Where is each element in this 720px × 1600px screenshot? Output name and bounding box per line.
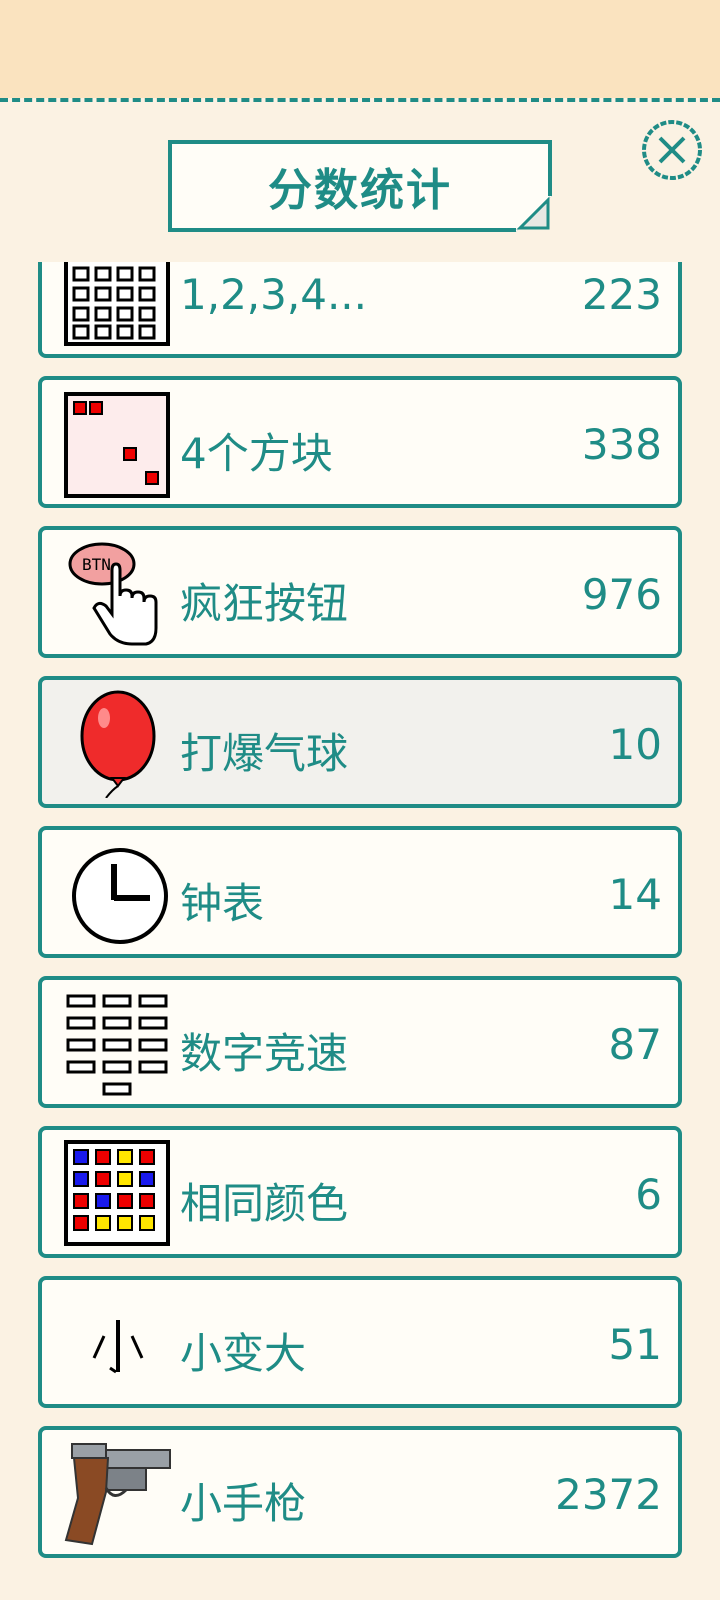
game-name: 1,2,3,4... [180, 270, 367, 319]
game-row-pop-balloon[interactable]: 打爆气球 10 [38, 676, 682, 808]
game-row-pistol[interactable]: 小手枪 2372 [38, 1426, 682, 1558]
game-row-number-order[interactable]: 1,2,3,4... 223 [38, 262, 682, 358]
page-title: 分数统计 [268, 165, 452, 216]
title-plate: 分数统计 [168, 140, 552, 232]
crazy-button-icon: BTN [68, 542, 158, 646]
top-band [0, 0, 720, 98]
game-row-small-to-big[interactable]: 小变大 51 [38, 1276, 682, 1408]
game-name: 相同颜色 [180, 1179, 349, 1228]
four-squares-icon [64, 392, 170, 498]
number-race-icon [66, 994, 168, 1096]
game-score: 223 [581, 270, 662, 319]
game-score: 6 [635, 1170, 662, 1219]
close-button[interactable] [640, 118, 704, 182]
game-score: 2372 [555, 1470, 662, 1519]
small-to-big-icon [92, 1320, 144, 1374]
game-name: 数字竞速 [180, 1029, 349, 1078]
game-row-clock[interactable]: 钟表 14 [38, 826, 682, 958]
game-score: 14 [608, 870, 662, 919]
game-score-list[interactable]: 1,2,3,4... 223 4个方块 338 BTN 疯狂按钮 976 打爆气… [0, 262, 720, 1582]
game-row-crazy-button[interactable]: BTN 疯狂按钮 976 [38, 526, 682, 658]
close-x-icon [642, 120, 702, 180]
page-fold-icon [516, 196, 552, 232]
game-score: 338 [581, 420, 662, 469]
game-score: 976 [581, 570, 662, 619]
game-score: 87 [608, 1020, 662, 1069]
clock-icon [72, 848, 168, 944]
game-row-number-race[interactable]: 数字竞速 87 [38, 976, 682, 1108]
game-name: 疯狂按钮 [180, 579, 349, 628]
color-grid-icon [64, 1140, 170, 1246]
game-score: 51 [608, 1320, 662, 1369]
game-name: 小手枪 [180, 1479, 307, 1528]
number-grid-icon [64, 262, 170, 346]
game-name: 钟表 [180, 879, 265, 928]
pistol-icon [64, 1443, 171, 1546]
game-row-four-blocks[interactable]: 4个方块 338 [38, 376, 682, 508]
balloon-icon [80, 690, 156, 798]
game-name: 4个方块 [180, 429, 333, 478]
game-score: 10 [608, 720, 662, 769]
svg-text:BTN: BTN [82, 555, 111, 574]
game-name: 小变大 [180, 1329, 307, 1378]
game-name: 打爆气球 [180, 729, 349, 778]
game-row-same-color[interactable]: 相同颜色 6 [38, 1126, 682, 1258]
